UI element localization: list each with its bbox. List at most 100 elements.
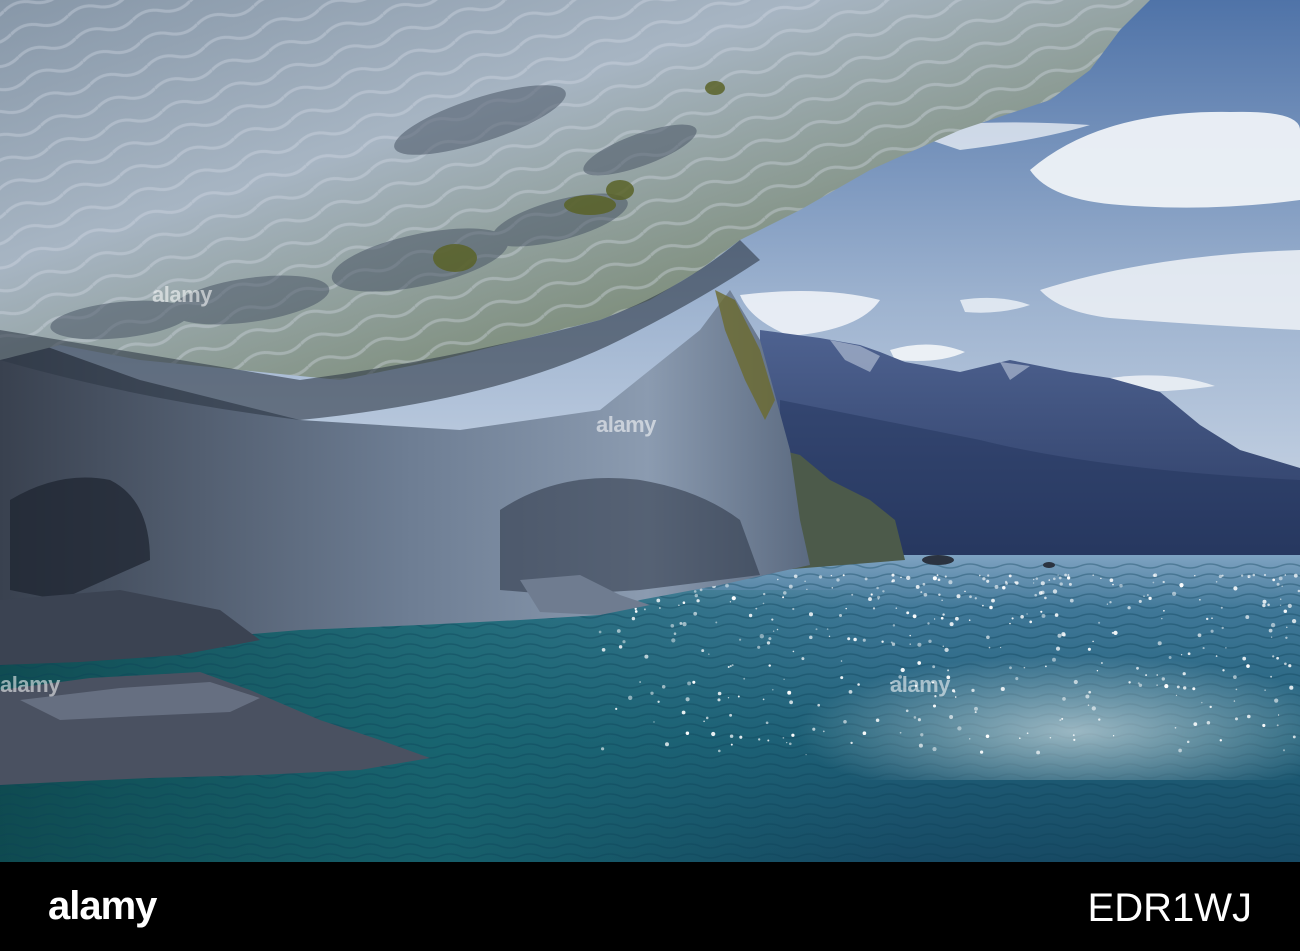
water-sparkle bbox=[748, 613, 753, 618]
water-sparkle bbox=[1057, 633, 1062, 638]
water-sparkle bbox=[1026, 732, 1029, 735]
water-sparkle bbox=[1220, 606, 1223, 609]
water-sparkle bbox=[1106, 603, 1109, 605]
water-sparkle bbox=[739, 638, 742, 641]
water-sparkle bbox=[782, 737, 785, 739]
water-sparkle bbox=[631, 616, 636, 621]
water-sparkle bbox=[1062, 697, 1066, 701]
water-sparkle bbox=[783, 678, 785, 680]
water-sparkle bbox=[787, 690, 792, 695]
water-sparkle bbox=[717, 691, 722, 696]
water-sparkle bbox=[1112, 735, 1115, 737]
water-sparkle bbox=[634, 610, 638, 613]
water-sparkle bbox=[836, 578, 840, 582]
water-sparkle bbox=[848, 690, 853, 694]
water-sparkle bbox=[978, 574, 981, 577]
water-sparkle bbox=[840, 660, 843, 662]
water-sparkle bbox=[974, 706, 978, 711]
water-sparkle bbox=[618, 645, 623, 649]
water-sparkle bbox=[850, 741, 853, 745]
water-sparkle bbox=[1067, 574, 1070, 576]
water-sparkle bbox=[1284, 662, 1287, 666]
water-sparkle bbox=[957, 726, 962, 731]
water-sparkle bbox=[857, 683, 860, 686]
water-sparkle bbox=[1278, 576, 1283, 581]
water-sparkle bbox=[1057, 574, 1059, 576]
water-sparkle bbox=[1283, 609, 1288, 613]
water-sparkle bbox=[1034, 593, 1038, 597]
water-sparkle bbox=[1180, 654, 1183, 656]
water-sparkle bbox=[759, 634, 764, 639]
water-sparkle bbox=[895, 607, 898, 609]
water-sparkle bbox=[936, 574, 939, 576]
water-sparkle bbox=[1240, 574, 1244, 577]
water-sparkle bbox=[979, 750, 984, 754]
water-sparkle bbox=[851, 593, 854, 596]
water-sparkle bbox=[671, 638, 676, 643]
water-sparkle bbox=[1145, 674, 1148, 677]
water-sparkle bbox=[1098, 621, 1101, 624]
water-sparkle bbox=[985, 734, 990, 739]
water-sparkle bbox=[703, 720, 705, 723]
water-sparkle bbox=[1040, 610, 1043, 613]
water-sparkle bbox=[955, 616, 959, 621]
watermark-text: alamy bbox=[152, 282, 212, 307]
water-sparkle bbox=[601, 647, 606, 652]
water-sparkle bbox=[1092, 574, 1095, 577]
water-sparkle bbox=[822, 730, 825, 733]
water-sparkle bbox=[890, 641, 893, 644]
water-sparkle bbox=[727, 697, 730, 699]
water-sparkle bbox=[1182, 672, 1186, 676]
water-sparkle bbox=[768, 664, 771, 667]
water-sparkle bbox=[1087, 704, 1090, 706]
water-sparkle bbox=[1281, 585, 1283, 588]
water-sparkle bbox=[1270, 636, 1273, 638]
water-sparkle bbox=[1215, 581, 1218, 583]
water-sparkle bbox=[804, 580, 806, 583]
water-sparkle bbox=[622, 640, 626, 644]
alamy-logo: alamy bbox=[48, 884, 157, 928]
water-sparkle bbox=[1247, 714, 1251, 719]
water-sparkle bbox=[679, 621, 683, 625]
water-sparkle bbox=[793, 574, 798, 579]
water-sparkle bbox=[1247, 574, 1251, 579]
water-sparkle bbox=[699, 588, 703, 592]
water-sparkle bbox=[1287, 603, 1292, 608]
water-sparkle bbox=[882, 590, 885, 593]
water-sparkle bbox=[1088, 690, 1092, 694]
water-sparkle bbox=[906, 611, 910, 615]
water-sparkle bbox=[1192, 687, 1196, 691]
watermark-text: alamy bbox=[890, 672, 950, 697]
water-sparkle bbox=[909, 643, 911, 645]
water-sparkle bbox=[1205, 617, 1209, 621]
water-sparkle bbox=[1252, 573, 1256, 577]
water-sparkle bbox=[788, 742, 792, 746]
water-sparkle bbox=[1087, 647, 1091, 651]
water-sparkle bbox=[891, 580, 894, 583]
water-sparkle bbox=[932, 665, 936, 669]
water-sparkle bbox=[1242, 656, 1247, 661]
water-sparkle bbox=[1279, 604, 1282, 606]
water-sparkle bbox=[1137, 682, 1140, 685]
water-sparkle bbox=[1233, 700, 1236, 702]
water-sparkle bbox=[891, 573, 895, 577]
water-sparkle bbox=[762, 698, 765, 701]
water-sparkle bbox=[1009, 666, 1012, 670]
water-sparkle bbox=[715, 621, 718, 624]
water-sparkle bbox=[1009, 622, 1011, 625]
water-sparkle bbox=[974, 597, 977, 600]
water-sparkle bbox=[1210, 629, 1214, 633]
watermark-text: alamy bbox=[0, 672, 60, 697]
water-sparkle bbox=[1262, 723, 1266, 728]
water-sparkle bbox=[949, 622, 954, 627]
water-sparkle bbox=[1073, 679, 1078, 685]
water-sparkle bbox=[1285, 636, 1288, 639]
water-sparkle bbox=[692, 680, 696, 684]
water-sparkle bbox=[1276, 582, 1280, 586]
water-sparkle bbox=[1233, 586, 1238, 591]
water-sparkle bbox=[771, 618, 774, 621]
water-sparkle bbox=[1073, 738, 1076, 741]
water-sparkle bbox=[920, 591, 923, 594]
water-sparkle bbox=[938, 593, 941, 596]
water-sparkle bbox=[982, 604, 984, 607]
